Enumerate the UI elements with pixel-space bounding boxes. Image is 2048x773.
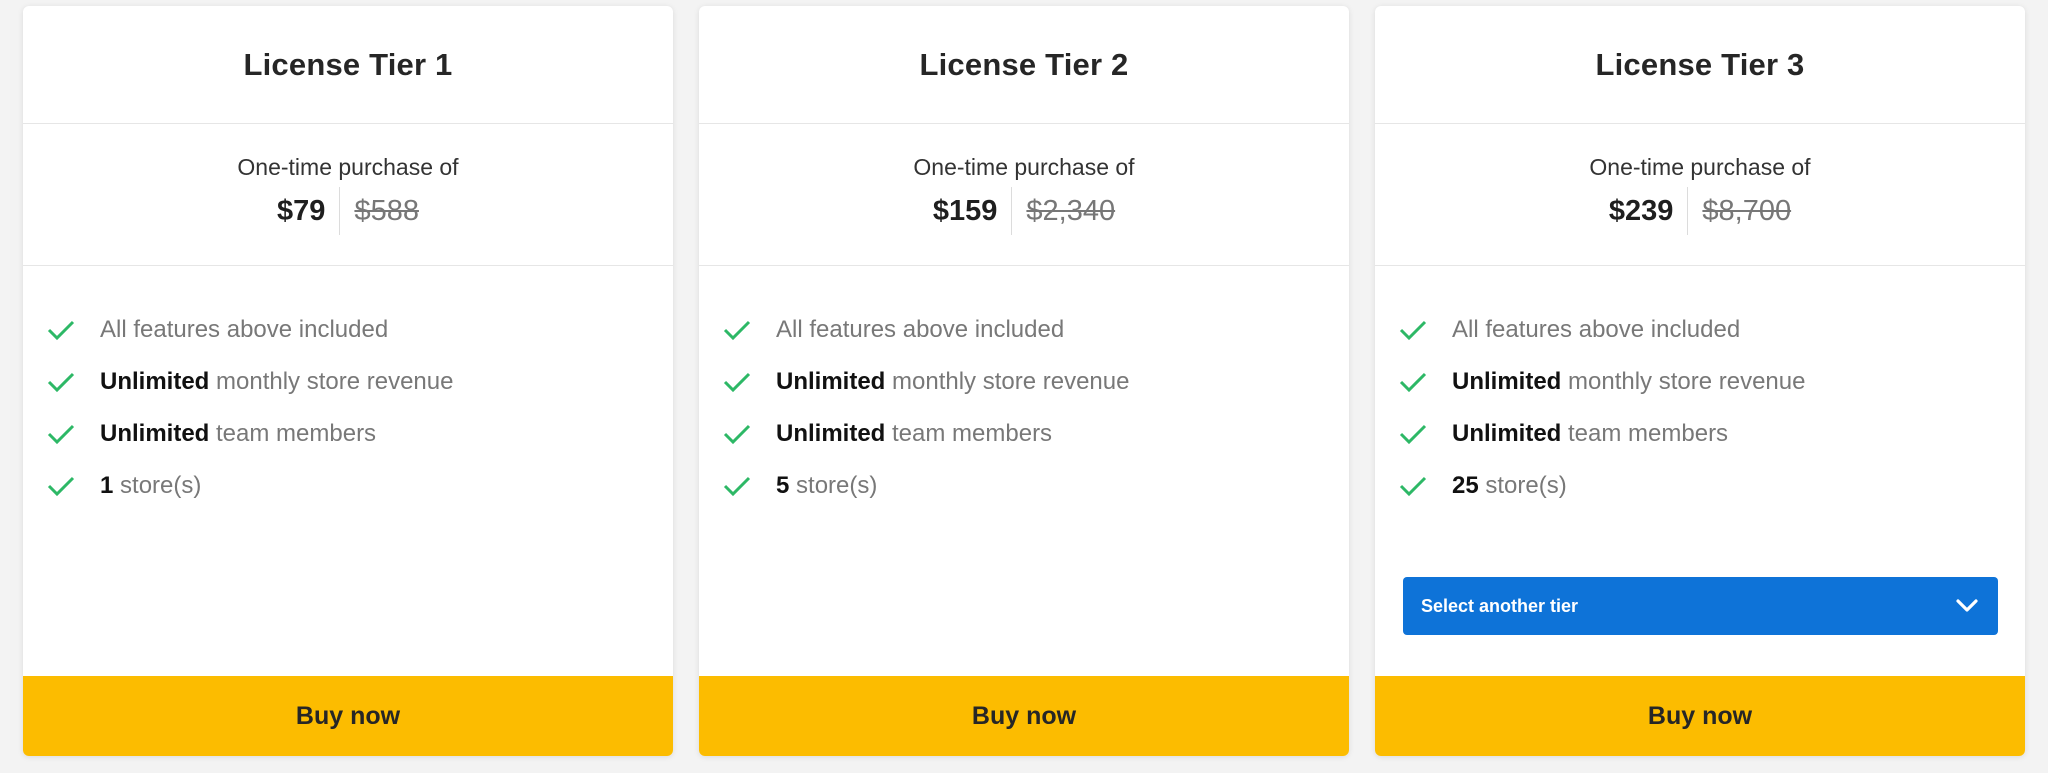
feature-bold: Unlimited bbox=[776, 420, 886, 447]
feature-rest: monthly store revenue bbox=[1561, 368, 1806, 395]
feature-rest: All features above included bbox=[100, 316, 389, 343]
feature-text: 25 store(s) bbox=[1452, 472, 1567, 500]
feature-text: Unlimited team members bbox=[100, 420, 376, 448]
feature-rest: store(s) bbox=[113, 472, 202, 499]
price-block: One-time purchase of $159 $2,340 bbox=[699, 124, 1349, 266]
pricing-card-tier-3: License Tier 3 One-time purchase of $239… bbox=[1375, 6, 2025, 756]
feature-text: 5 store(s) bbox=[776, 472, 877, 500]
feature-text: Unlimited team members bbox=[1452, 420, 1728, 448]
feature-rest: monthly store revenue bbox=[209, 368, 454, 395]
chevron-down-icon bbox=[1956, 599, 1978, 613]
price-block: One-time purchase of $79 $588 bbox=[23, 124, 673, 266]
check-icon bbox=[47, 475, 75, 497]
feature-item: All features above included bbox=[47, 304, 673, 356]
check-icon bbox=[47, 319, 75, 341]
feature-text: Unlimited team members bbox=[776, 420, 1052, 448]
check-icon bbox=[1399, 475, 1427, 497]
check-icon bbox=[723, 475, 751, 497]
feature-item: Unlimited monthly store revenue bbox=[723, 356, 1349, 408]
price-current: $159 bbox=[932, 194, 998, 227]
feature-item: Unlimited team members bbox=[723, 408, 1349, 460]
feature-bold: 5 bbox=[776, 472, 790, 499]
feature-text: Unlimited monthly store revenue bbox=[1452, 368, 1805, 396]
feature-text: All features above included bbox=[1452, 316, 1740, 344]
feature-rest: monthly store revenue bbox=[885, 368, 1130, 395]
feature-list: All features above included Unlimited mo… bbox=[23, 266, 673, 512]
feature-rest: team members bbox=[885, 420, 1053, 447]
feature-bold: 25 bbox=[1452, 472, 1479, 499]
feature-text: Unlimited monthly store revenue bbox=[100, 368, 453, 396]
price-block: One-time purchase of $239 $8,700 bbox=[1375, 124, 2025, 266]
feature-item: 1 store(s) bbox=[47, 460, 673, 512]
price-original: $588 bbox=[354, 194, 419, 227]
buy-now-button[interactable]: Buy now bbox=[699, 676, 1349, 756]
card-header: License Tier 1 bbox=[23, 6, 673, 124]
price-original: $2,340 bbox=[1026, 194, 1116, 227]
feature-bold: Unlimited bbox=[1452, 368, 1562, 395]
feature-item: All features above included bbox=[1399, 304, 2025, 356]
feature-text: All features above included bbox=[776, 316, 1064, 344]
buy-now-button[interactable]: Buy now bbox=[23, 676, 673, 756]
price-row: $239 $8,700 bbox=[1609, 187, 1791, 235]
feature-rest: team members bbox=[209, 420, 377, 447]
check-icon bbox=[47, 423, 75, 445]
feature-bold: Unlimited bbox=[100, 420, 210, 447]
check-icon bbox=[47, 371, 75, 393]
check-icon bbox=[723, 371, 751, 393]
check-icon bbox=[1399, 423, 1427, 445]
feature-item: Unlimited monthly store revenue bbox=[47, 356, 673, 408]
feature-text: 1 store(s) bbox=[100, 472, 201, 500]
check-icon bbox=[723, 423, 751, 445]
feature-item: Unlimited team members bbox=[1399, 408, 2025, 460]
feature-item: All features above included bbox=[723, 304, 1349, 356]
feature-item: Unlimited monthly store revenue bbox=[1399, 356, 2025, 408]
buy-now-button[interactable]: Buy now bbox=[1375, 676, 2025, 756]
feature-bold: Unlimited bbox=[100, 368, 210, 395]
feature-rest: All features above included bbox=[1452, 316, 1741, 343]
feature-rest: store(s) bbox=[1478, 472, 1567, 499]
select-label: Select another tier bbox=[1421, 595, 1579, 616]
price-label: One-time purchase of bbox=[1589, 154, 1811, 180]
check-icon bbox=[1399, 319, 1427, 341]
price-label: One-time purchase of bbox=[237, 154, 459, 180]
price-current: $79 bbox=[277, 194, 326, 227]
feature-item: Unlimited team members bbox=[47, 408, 673, 460]
feature-text: Unlimited monthly store revenue bbox=[776, 368, 1129, 396]
check-icon bbox=[723, 319, 751, 341]
price-current: $239 bbox=[1608, 194, 1674, 227]
feature-list: All features above included Unlimited mo… bbox=[1375, 266, 2025, 512]
price-row: $79 $588 bbox=[277, 187, 419, 235]
feature-bold: Unlimited bbox=[1452, 420, 1562, 447]
price-row: $159 $2,340 bbox=[933, 187, 1115, 235]
price-original: $8,700 bbox=[1702, 194, 1792, 227]
check-icon bbox=[1399, 371, 1427, 393]
feature-item: 25 store(s) bbox=[1399, 460, 2025, 512]
card-title: License Tier 2 bbox=[919, 46, 1129, 82]
feature-rest: store(s) bbox=[789, 472, 878, 499]
card-header: License Tier 2 bbox=[699, 6, 1349, 124]
feature-text: All features above included bbox=[100, 316, 388, 344]
feature-rest: All features above included bbox=[776, 316, 1065, 343]
card-header: License Tier 3 bbox=[1375, 6, 2025, 124]
pricing-page: License Tier 1 One-time purchase of $79 … bbox=[0, 0, 2048, 773]
pricing-card-tier-2: License Tier 2 One-time purchase of $159… bbox=[699, 6, 1349, 756]
card-title: License Tier 3 bbox=[1595, 46, 1805, 82]
select-another-tier-dropdown[interactable]: Select another tier bbox=[1403, 577, 1998, 635]
card-title: License Tier 1 bbox=[243, 46, 453, 82]
feature-item: 5 store(s) bbox=[723, 460, 1349, 512]
feature-list: All features above included Unlimited mo… bbox=[699, 266, 1349, 512]
pricing-card-tier-1: License Tier 1 One-time purchase of $79 … bbox=[23, 6, 673, 756]
feature-bold: Unlimited bbox=[776, 368, 886, 395]
feature-bold: 1 bbox=[100, 472, 114, 499]
price-label: One-time purchase of bbox=[913, 154, 1135, 180]
feature-rest: team members bbox=[1561, 420, 1729, 447]
